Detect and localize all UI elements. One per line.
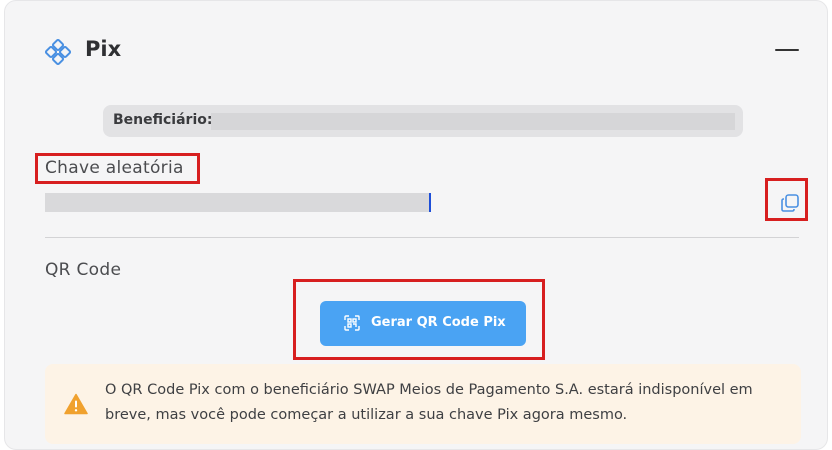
warning-alert: O QR Code Pix com o beneficiário SWAP Me… <box>45 364 801 444</box>
pix-icon <box>45 39 71 65</box>
beneficiary-value-redacted <box>211 113 735 130</box>
generate-qr-code-button[interactable]: Gerar QR Code Pix <box>320 301 526 346</box>
copy-icon-highlight <box>765 178 808 221</box>
divider <box>45 237 799 238</box>
generate-qr-code-label: Gerar QR Code Pix <box>371 315 506 330</box>
qr-code-icon <box>344 315 360 331</box>
minus-icon <box>775 49 799 51</box>
warning-icon <box>64 393 88 415</box>
collapse-button[interactable] <box>771 37 803 63</box>
qr-code-label: QR Code <box>45 260 122 280</box>
beneficiary-label: Beneficiário: <box>113 112 213 128</box>
pix-key-label-highlight <box>35 153 200 184</box>
pix-key-value-redacted <box>45 193 431 212</box>
warning-text: O QR Code Pix com o beneficiário SWAP Me… <box>105 382 753 423</box>
pix-card: Pix Beneficiário: Chave aleatória QR Cod… <box>4 0 828 450</box>
section-title: Pix <box>85 37 122 61</box>
beneficiary-box: Beneficiário: <box>103 105 743 137</box>
